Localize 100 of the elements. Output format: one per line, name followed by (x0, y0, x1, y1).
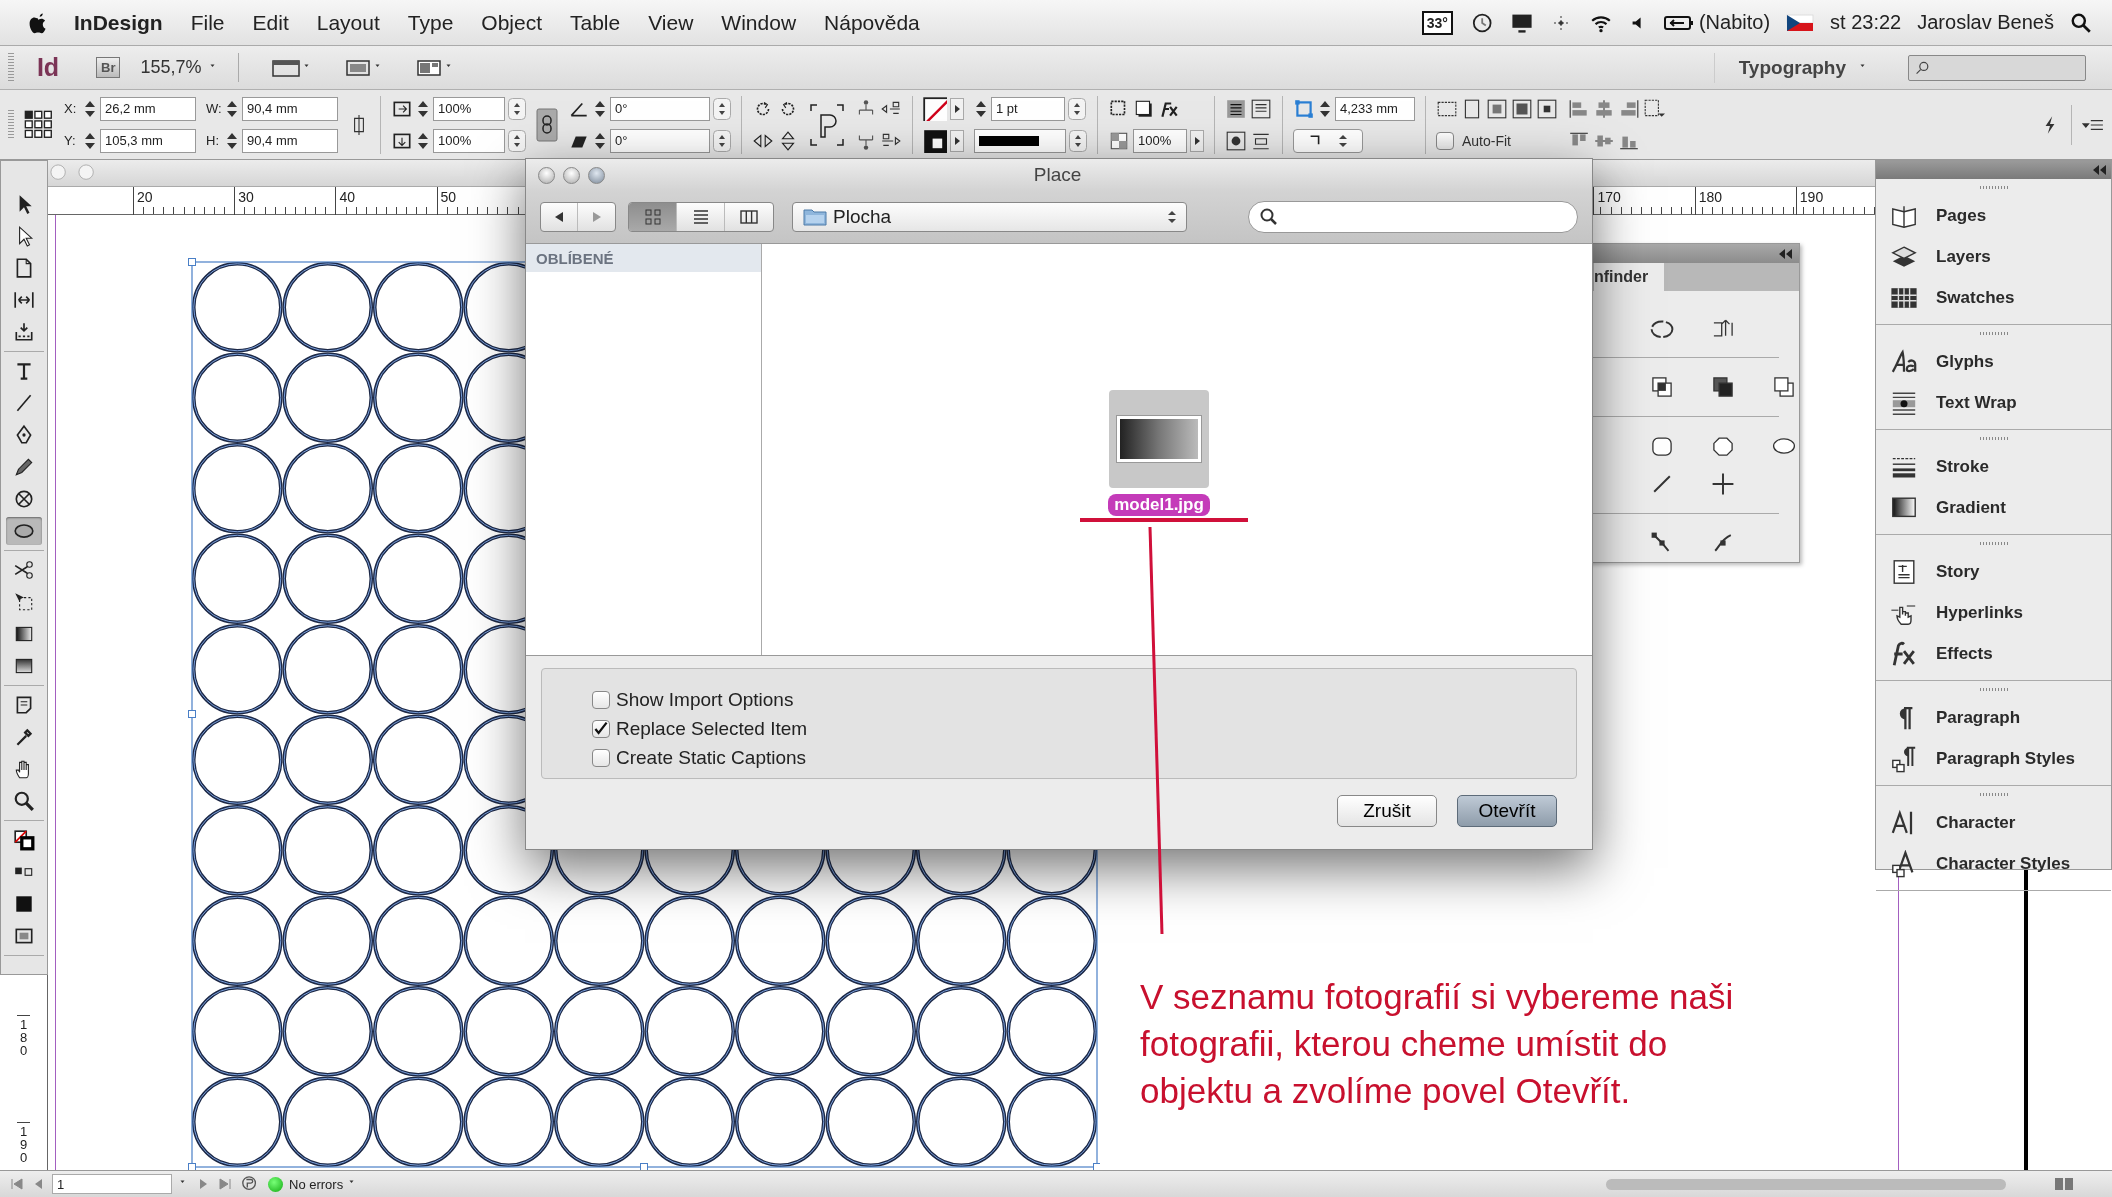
checkbox-option[interactable]: Create Static Captions (592, 747, 1576, 769)
input-field[interactable]: 100% (433, 128, 505, 153)
window-button-icon[interactable] (538, 166, 555, 184)
panel-button[interactable]: Character (1876, 802, 2111, 843)
input-field[interactable]: 26,2 mm (100, 96, 196, 121)
split-view-icon[interactable] (2054, 1177, 2074, 1191)
text-frame-icon[interactable] (1225, 129, 1247, 152)
flag-icon[interactable] (1786, 12, 1815, 33)
input-field[interactable]: 100% (433, 96, 505, 121)
panel-button[interactable]: Paragraph Styles (1876, 738, 2111, 779)
fill-swatch-icon[interactable] (923, 128, 947, 153)
menu-item[interactable]: InDesign (50, 10, 177, 35)
cancel-button[interactable]: Zrušit (1337, 795, 1437, 827)
transform-icon (13, 591, 35, 613)
collapse-icon[interactable] (2091, 164, 2107, 176)
panel-button[interactable]: Gradient (1876, 487, 2111, 528)
zoom-menu[interactable]: 155,7% (134, 53, 239, 82)
frame-icon (270, 57, 301, 78)
fill-stroke-icon (13, 829, 35, 851)
panel-button[interactable]: Layers (1876, 236, 2111, 277)
proxy-icon[interactable] (809, 102, 845, 147)
menu-item[interactable]: File (176, 10, 239, 35)
tool-button[interactable] (6, 517, 42, 545)
panel-button[interactable]: Effects (1876, 633, 2111, 674)
corner-dropdown[interactable] (1293, 128, 1363, 153)
stroke-type-dropdown[interactable] (974, 128, 1066, 153)
menu-item[interactable]: View (634, 10, 708, 35)
temperature-indicator[interactable]: 33° (1421, 10, 1453, 35)
bridge-button[interactable]: Br (96, 57, 121, 78)
input-field[interactable]: 0° (610, 128, 710, 153)
menu-item[interactable]: Window (707, 10, 811, 35)
menu-item[interactable]: Layout (302, 10, 394, 35)
preflight-status[interactable]: No errors (289, 1176, 344, 1192)
align-center-icon[interactable] (1593, 97, 1615, 120)
input-field[interactable]: 105,3 mm (100, 128, 196, 153)
first-page-icon[interactable] (10, 1177, 24, 1191)
menu-item[interactable]: Table (556, 10, 635, 35)
menu-item[interactable]: Edit (238, 10, 303, 35)
fill-frame-icon[interactable] (1511, 97, 1533, 120)
checkbox-option[interactable]: Replace Selected Item (592, 718, 1576, 740)
clock-text[interactable]: st 23:22 (1830, 11, 1902, 34)
input-field[interactable]: 4,233 mm (1335, 96, 1415, 121)
menu-item[interactable]: Object (467, 10, 556, 35)
folder-icon (803, 207, 827, 227)
panel-tab[interactable]: nfinder (1594, 263, 1665, 291)
menu-item[interactable]: Type (393, 10, 468, 35)
fit-proportional-icon[interactable] (1486, 97, 1508, 120)
input-field[interactable]: 90,4 mm (242, 128, 338, 153)
app-logo[interactable]: Id (28, 53, 68, 82)
align-right-icon[interactable] (1618, 97, 1640, 120)
window-button-icon[interactable] (563, 166, 580, 184)
panel-button[interactable]: Swatches (1876, 277, 2111, 318)
panel-button[interactable]: Paragraph (1876, 697, 2111, 738)
input-field[interactable]: 90,4 mm (242, 96, 338, 121)
page-field[interactable]: 1 (52, 1174, 172, 1194)
panel-button[interactable]: Text Wrap (1876, 382, 2111, 423)
dialog-title: Place (1032, 164, 1083, 186)
reference-point-icon[interactable] (24, 109, 54, 140)
stepper-icon[interactable] (1068, 97, 1086, 120)
field-label: Y: (64, 133, 77, 148)
panel-button[interactable]: Character Styles (1876, 843, 2111, 884)
stepper-icon[interactable] (508, 97, 526, 120)
checkbox-option[interactable]: Show Import Options (592, 689, 1576, 711)
panel-button[interactable]: Stroke (1876, 446, 2111, 487)
search-icon[interactable] (2070, 11, 2092, 34)
search-field[interactable] (1908, 54, 2086, 81)
stepper-arrows-icon (1168, 210, 1176, 224)
input-field[interactable]: 100% (1133, 128, 1187, 153)
search-icon (1259, 207, 1279, 227)
workspace-menu[interactable]: Typography (1713, 52, 1894, 83)
stepper-icon[interactable] (713, 97, 731, 120)
panel-button[interactable]: Hyperlinks (1876, 592, 2111, 633)
stroke-swatch-icon[interactable] (923, 96, 947, 121)
search-field[interactable] (1248, 201, 1578, 233)
center-content-icon[interactable] (1536, 97, 1558, 120)
align-left-icon[interactable] (1568, 97, 1590, 120)
icon-view-icon (642, 207, 663, 227)
link-icon[interactable] (536, 107, 558, 142)
text-align-icon[interactable] (1225, 97, 1247, 120)
open-button[interactable]: Otevřít (1457, 795, 1557, 827)
auto-fit-checkbox[interactable]: Auto-Fit (1436, 131, 1511, 150)
input-field[interactable]: 1 pt (991, 96, 1065, 121)
input-field[interactable]: 0° (610, 96, 710, 121)
search-icon (1915, 59, 1931, 76)
ruler-label: 190 (17, 1122, 30, 1164)
gap-icon (13, 289, 35, 311)
location-popup[interactable]: Plocha (792, 202, 1187, 232)
stepper-icon[interactable] (713, 129, 731, 152)
panel-button[interactable]: Glyphs (1876, 341, 2111, 382)
scrollbar-thumb[interactable] (1606, 1178, 2006, 1190)
menu-item[interactable]: Nápověda (810, 10, 934, 35)
panel-button[interactable]: Story (1876, 551, 2111, 592)
stepper-icon[interactable] (508, 129, 526, 152)
field-label: X: (64, 101, 78, 116)
text-frame-icon[interactable] (1250, 97, 1272, 120)
user-name[interactable]: Jaroslav Beneš (1917, 11, 2054, 34)
collapse-icon[interactable] (1777, 247, 1793, 260)
last-page-icon[interactable] (218, 1177, 232, 1191)
stepper-icon[interactable] (1069, 129, 1087, 152)
window-button-icon[interactable] (588, 166, 605, 184)
